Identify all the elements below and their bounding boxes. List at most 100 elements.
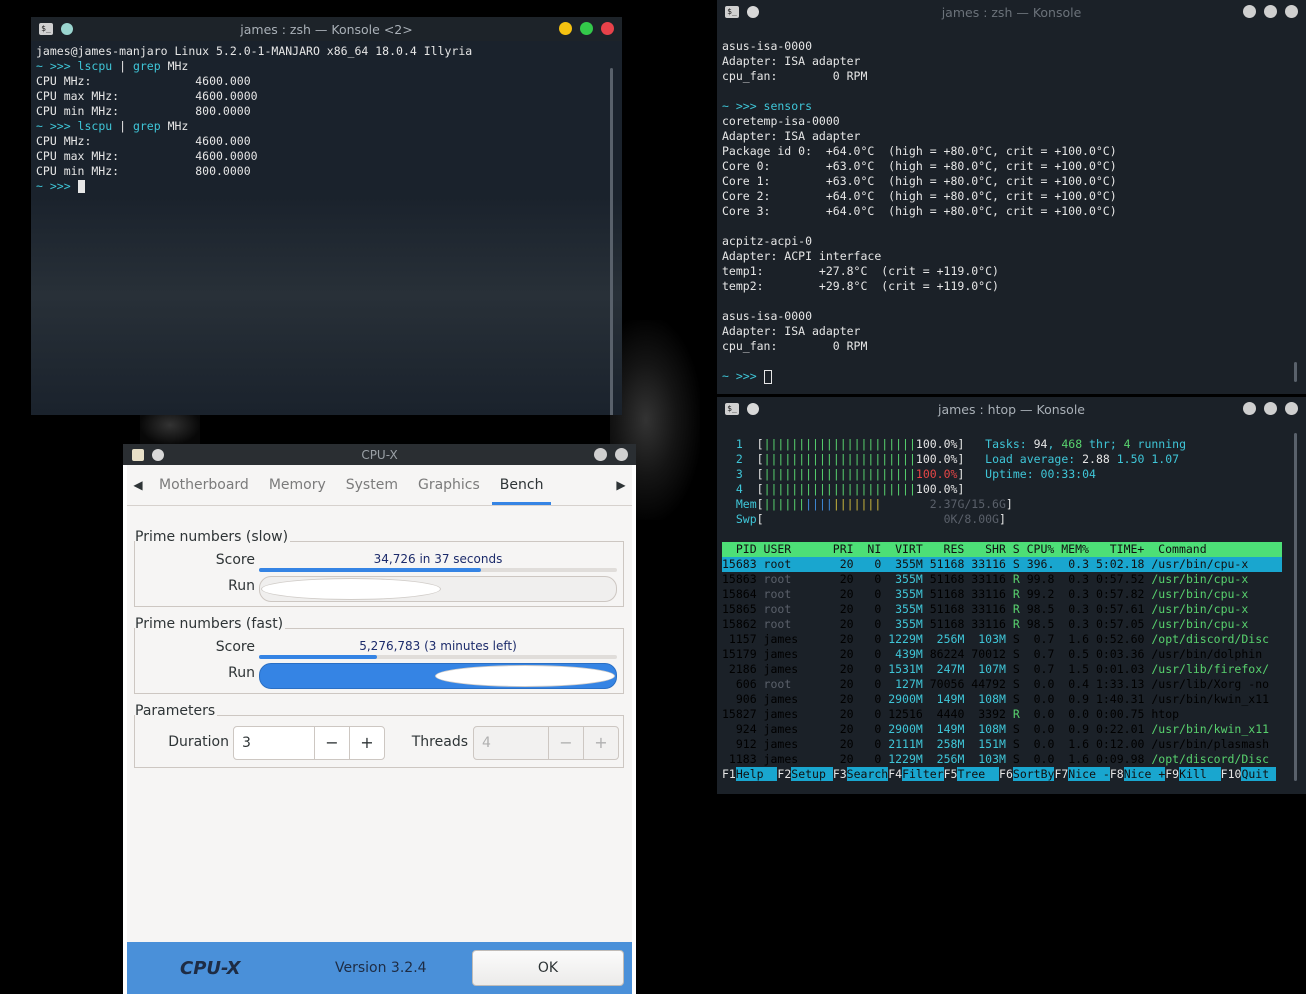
htop-process-row[interactable]: 912 james 20 0 2111M 258M 151M S 0.0 1.6…: [722, 737, 1269, 751]
tab-bench[interactable]: Bench: [490, 465, 554, 505]
tab-scroll-right-icon[interactable]: ▶: [610, 478, 632, 492]
tab-graphics[interactable]: Graphics: [408, 465, 490, 505]
htop-cell-pid: 15179: [722, 647, 757, 661]
maximize-button[interactable]: [580, 22, 593, 35]
htop-cell-s: R: [1005, 572, 1020, 586]
htop-cell-time: 1:33.13: [1089, 677, 1145, 691]
terminal-icon[interactable]: $_: [725, 403, 739, 415]
htop-cell-res: 256M: [922, 632, 965, 646]
threads-value[interactable]: 4: [474, 727, 548, 759]
htop-cell-mem: 1.6: [1054, 632, 1090, 646]
terminal-icon[interactable]: $_: [39, 23, 53, 35]
htop-cell-ni: 0: [853, 662, 882, 676]
htop-process-row[interactable]: 924 james 20 0 2900M 149M 108M S 0.0 0.9…: [722, 722, 1269, 736]
close-button[interactable]: [1285, 5, 1298, 18]
duration-value[interactable]: 3: [234, 727, 314, 759]
fkey-action-button[interactable]: Kill: [1179, 767, 1221, 781]
window-titlebar[interactable]: $_ james : zsh — Konsole <2>: [31, 17, 622, 41]
command-arg: MHz: [160, 59, 189, 73]
htop-cell-user: james: [756, 737, 826, 751]
window-titlebar[interactable]: CPU-X: [123, 444, 636, 465]
fkey-action-button[interactable]: SortBy: [1012, 767, 1055, 781]
htop-cell-s: S: [1005, 677, 1020, 691]
fkey-action-button[interactable]: Nice +: [1123, 767, 1166, 781]
htop-cell-user: james: [756, 722, 826, 736]
htop-process-row[interactable]: 15827 james 20 0 12516 4440 3392 R 0.0 0…: [722, 707, 1179, 721]
scrollbar[interactable]: [1294, 433, 1297, 781]
command: grep: [132, 59, 161, 73]
uptime-value: 00:33:04: [1040, 467, 1096, 481]
pin-icon[interactable]: [747, 6, 759, 18]
konsole-window-htop[interactable]: $_ james : htop — Konsole 1 [|||||||||||…: [717, 397, 1306, 794]
htop-process-row[interactable]: 15179 james 20 0 439M 86224 70012 S 0.7 …: [722, 647, 1262, 661]
pin-icon[interactable]: [61, 23, 73, 35]
pad: [722, 452, 736, 466]
fkey-action-button[interactable]: Search: [846, 767, 889, 781]
close-button[interactable]: [615, 448, 628, 461]
htop-cell-cpu: 0.0: [1019, 752, 1055, 766]
minimize-button[interactable]: [1243, 402, 1256, 415]
htop-cell-shr: 33116: [964, 572, 1006, 586]
htop-process-row[interactable]: 15862 root 20 0 355M 51168 33116 R 98.5 …: [722, 617, 1248, 631]
threads-increment-button[interactable]: +: [583, 727, 618, 759]
terminal-icon[interactable]: $_: [725, 6, 739, 18]
htop-process-row[interactable]: 15863 root 20 0 355M 51168 33116 R 99.8 …: [722, 572, 1248, 586]
fkey-action-button[interactable]: Setup: [791, 767, 833, 781]
htop-process-row[interactable]: 15864 root 20 0 355M 51168 33116 R 99.2 …: [722, 587, 1248, 601]
htop-cell-pri: 20: [825, 602, 854, 616]
htop-screen[interactable]: 1 [||||||||||||||||||||||100.0%] Tasks: …: [722, 437, 1306, 782]
htop-cell-user: james: [756, 752, 826, 766]
fkey-action-button[interactable]: Quit: [1241, 767, 1277, 781]
minimize-button[interactable]: [1243, 5, 1256, 18]
maximize-button[interactable]: [1264, 402, 1277, 415]
htop-cell-res: 51168: [922, 602, 965, 616]
window-titlebar[interactable]: $_ james : zsh — Konsole: [717, 0, 1306, 24]
maximize-button[interactable]: [1264, 5, 1277, 18]
htop-process-row[interactable]: 15865 root 20 0 355M 51168 33116 R 98.5 …: [722, 602, 1248, 616]
pin-icon[interactable]: [152, 448, 164, 461]
konsole-window-zsh[interactable]: $_ james : zsh — Konsole asus-isa-0000 A…: [717, 0, 1306, 394]
htop-cell-cmd: /usr/bin/cpu-x: [1144, 617, 1249, 631]
htop-cell-cmd: /usr/lib/Xorg -no: [1144, 677, 1270, 691]
scrollbar[interactable]: [1294, 362, 1297, 382]
fkey-action-button[interactable]: Tree: [957, 767, 1000, 781]
tab-scroll-left-icon[interactable]: ◀: [127, 478, 149, 492]
tab-memory[interactable]: Memory: [259, 465, 336, 505]
htop-cell-time: 0:12.00: [1089, 737, 1145, 751]
htop-column-header[interactable]: PID USER PRI NI VIRT RES SHR S CPU% MEM%…: [722, 542, 1282, 557]
tab-motherboard[interactable]: Motherboard: [149, 465, 259, 505]
konsole-window-zsh-2[interactable]: $_ james : zsh — Konsole <2> james@james…: [31, 17, 622, 415]
minimize-button[interactable]: [594, 448, 607, 461]
close-button[interactable]: [1285, 402, 1298, 415]
run-switch[interactable]: [259, 663, 617, 689]
scrollbar[interactable]: [610, 68, 613, 415]
load1: 2.88: [1082, 452, 1110, 466]
ok-button[interactable]: OK: [472, 950, 624, 986]
cpux-window[interactable]: CPU-X ◀ Motherboard Memory System Graphi…: [123, 444, 636, 994]
htop-cell-pri: 20: [825, 737, 854, 751]
htop-process-row[interactable]: 1157 james 20 0 1229M 256M 103M S 0.7 1.…: [722, 632, 1269, 646]
terminal-output[interactable]: asus-isa-0000 Adapter: ISA adapter cpu_f…: [717, 24, 1306, 394]
pin-icon[interactable]: [747, 403, 759, 415]
threads-spinner[interactable]: 4 − +: [473, 726, 619, 760]
htop-process-row[interactable]: 606 root 20 0 127M 70056 44792 S 0.0 0.4…: [722, 677, 1269, 691]
htop-cell-time: 0:52.60: [1089, 632, 1145, 646]
window-titlebar[interactable]: $_ james : htop — Konsole: [717, 397, 1306, 421]
fkey-label: F6: [999, 767, 1013, 781]
htop-process-row[interactable]: 15683 root 20 0 355M 51168 33116 S 396. …: [722, 557, 1282, 572]
duration-decrement-button[interactable]: −: [314, 727, 349, 759]
run-switch[interactable]: [259, 576, 617, 602]
fkey-action-button[interactable]: Filter: [902, 767, 944, 781]
fkey-action-button[interactable]: Help: [735, 767, 778, 781]
close-button[interactable]: [601, 22, 614, 35]
htop-process-row[interactable]: 2186 james 20 0 1531M 247M 107M S 0.7 1.…: [722, 662, 1269, 676]
threads-decrement-button[interactable]: −: [548, 727, 583, 759]
score-value: 5,276,783 (3 minutes left): [359, 639, 517, 653]
terminal-output[interactable]: james@james-manjaro Linux 5.2.0-1-MANJAR…: [31, 41, 622, 415]
htop-process-row[interactable]: 906 james 20 0 2900M 149M 108M S 0.0 0.9…: [722, 692, 1269, 706]
minimize-button[interactable]: [559, 22, 572, 35]
htop-process-row[interactable]: 1183 james 20 0 1229M 256M 103M S 0.0 1.…: [722, 752, 1269, 766]
fkey-action-button[interactable]: Nice -: [1068, 767, 1110, 781]
app-icon[interactable]: [132, 448, 144, 461]
tab-system[interactable]: System: [336, 465, 408, 505]
